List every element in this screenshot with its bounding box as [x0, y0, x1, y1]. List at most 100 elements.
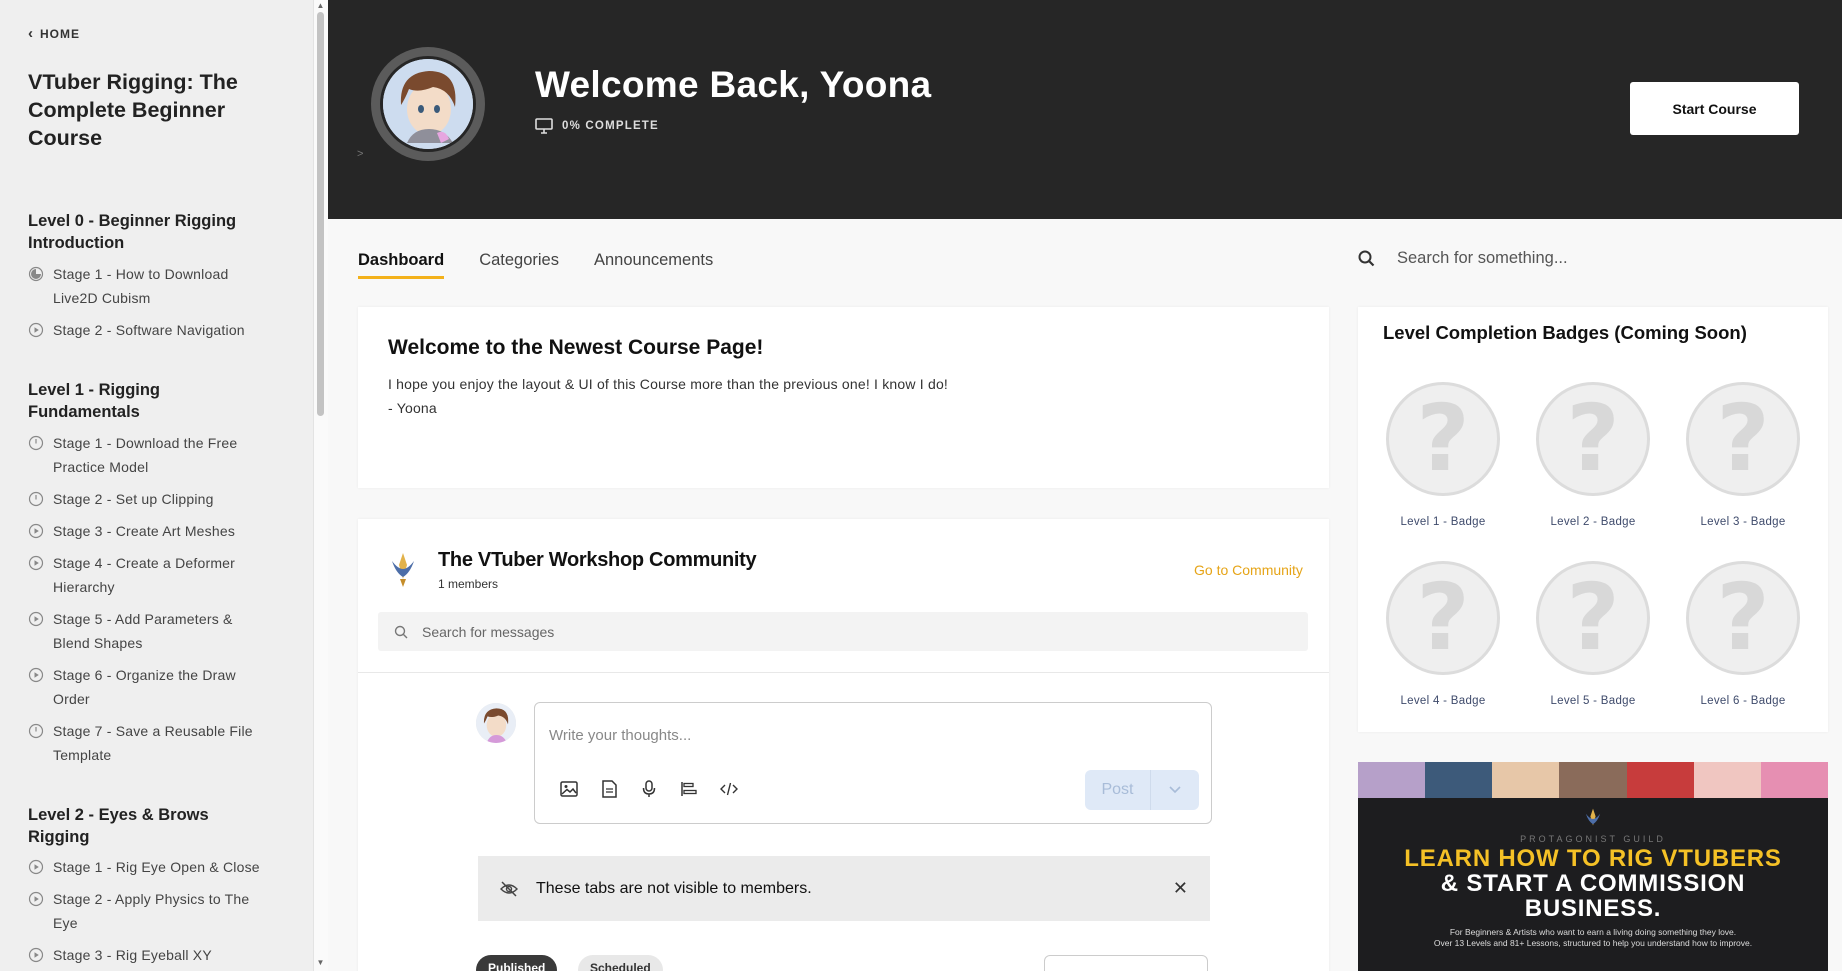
welcome-heading: Welcome Back, Yoona	[535, 64, 932, 105]
promo-character-strip	[1358, 762, 1828, 798]
play-circle-icon	[28, 555, 44, 571]
stage-item[interactable]: Stage 2 - Set up Clipping	[28, 487, 268, 511]
sort-dropdown[interactable]	[1044, 955, 1208, 971]
level-title[interactable]: Level 2 - Eyes & Brows Rigging	[28, 804, 268, 848]
question-mark-icon: ?	[1686, 561, 1800, 675]
stage-label: Stage 6 - Organize the Draw Order	[53, 667, 236, 707]
tab-categories[interactable]: Categories	[479, 251, 559, 279]
code-icon[interactable]	[719, 779, 739, 799]
promo-subtext: For Beginners & Artists who want to earn…	[1358, 927, 1828, 949]
home-label: HOME	[40, 27, 80, 41]
microphone-icon[interactable]	[639, 779, 659, 799]
stage-item[interactable]: Stage 4 - Create a Deformer Hierarchy	[28, 551, 268, 599]
stage-item[interactable]: Stage 2 - Apply Physics to The Eye	[28, 887, 268, 935]
badge-item: ? Level 3 - Badge	[1668, 382, 1818, 528]
stage-label: Stage 3 - Create Art Meshes	[53, 523, 236, 539]
course-header: > Welcome Back, Yoona 0% COMPLETE Start …	[328, 0, 1842, 219]
stage-label: Stage 2 - Apply Physics to The Eye	[53, 891, 250, 931]
community-member-count: 1 members	[438, 577, 499, 591]
sidebar-scroll-thumb[interactable]	[317, 12, 324, 416]
promo-banner[interactable]: PROTAGONIST GUILD LEARN HOW TO RIG VTUBE…	[1358, 762, 1828, 971]
play-circle-icon	[28, 859, 44, 875]
progress-label: 0% COMPLETE	[562, 120, 659, 132]
course-sidebar: ‹ HOME VTuber Rigging: The Complete Begi…	[0, 0, 313, 971]
stage-item[interactable]: Stage 1 - Rig Eye Open & Close	[28, 855, 268, 879]
play-circle-icon	[28, 611, 44, 627]
search-input[interactable]	[1397, 249, 1797, 268]
badges-title: Level Completion Badges (Coming Soon)	[1383, 322, 1747, 343]
message-search-placeholder: Search for messages	[422, 623, 555, 640]
scroll-down-arrow-icon[interactable]: ▼	[315, 958, 326, 968]
post-composer[interactable]: Write your thoughts... Post	[534, 702, 1212, 824]
stage-item[interactable]: Stage 3 - Create Art Meshes	[28, 519, 268, 543]
visibility-notice: These tabs are not visible to members. ✕	[478, 856, 1210, 921]
tab-dashboard[interactable]: Dashboard	[358, 251, 445, 279]
badge-label: Level 6 - Badge	[1700, 695, 1786, 707]
stage-label: Stage 4 - Create a Deformer Hierarchy	[53, 555, 236, 595]
tab-published[interactable]: Published	[476, 955, 558, 971]
guild-logo-icon	[1585, 808, 1601, 826]
poll-icon[interactable]	[679, 779, 699, 799]
home-link[interactable]: ‹ HOME	[28, 26, 285, 42]
stage-item[interactable]: Stage 7 - Save a Reusable File Template	[28, 719, 268, 767]
badge-label: Level 1 - Badge	[1400, 516, 1486, 528]
scroll-up-arrow-icon[interactable]: ▲	[315, 1, 326, 11]
chevron-down-icon[interactable]	[1151, 770, 1199, 810]
question-mark-icon: ?	[1386, 561, 1500, 675]
search-icon	[394, 625, 408, 638]
start-course-button[interactable]: Start Course	[1630, 82, 1799, 135]
progress-indicator: 0% COMPLETE	[535, 118, 659, 134]
composer-placeholder: Write your thoughts...	[549, 727, 692, 744]
stage-item[interactable]: Stage 5 - Add Parameters & Blend Shapes	[28, 607, 268, 655]
post-button[interactable]: Post	[1085, 770, 1151, 810]
stage-label: Stage 5 - Add Parameters & Blend Shapes	[53, 611, 233, 651]
badge-label: Level 4 - Badge	[1400, 695, 1486, 707]
promo-subtext-line: Over 13 Levels and 81+ Lessons, structur…	[1433, 938, 1753, 948]
badge-label: Level 5 - Badge	[1550, 695, 1636, 707]
image-icon[interactable]	[559, 779, 579, 799]
clock-icon	[28, 435, 44, 451]
stage-item[interactable]: Stage 1 - Download the Free Practice Mod…	[28, 431, 268, 479]
welcome-card: Welcome to the Newest Course Page! I hop…	[358, 307, 1329, 488]
level-title[interactable]: Level 0 - Beginner Rigging Introduction	[28, 210, 268, 254]
welcome-card-line: I hope you enjoy the layout & UI of this…	[388, 376, 949, 392]
post-button-group: Post	[1085, 770, 1199, 810]
avatar-illustration	[383, 59, 473, 149]
collapse-arrow-icon[interactable]: >	[357, 148, 363, 160]
composer-toolbar	[559, 779, 739, 799]
avatar-illustration	[476, 703, 516, 743]
visibility-notice-text: These tabs are not visible to members.	[536, 879, 812, 897]
eye-off-icon	[500, 880, 518, 897]
monitor-icon	[535, 118, 553, 134]
question-mark-icon: ?	[1686, 382, 1800, 496]
divider	[358, 672, 1329, 673]
avatar	[476, 703, 516, 743]
play-circle-icon	[28, 947, 44, 963]
tab-announcements[interactable]: Announcements	[594, 251, 713, 279]
promo-guild-name: PROTAGONIST GUILD	[1520, 834, 1666, 844]
badge-item: ? Level 1 - Badge	[1368, 382, 1518, 528]
community-logo-icon	[392, 553, 414, 587]
go-to-community-link[interactable]: Go to Community	[1194, 562, 1303, 578]
close-icon[interactable]: ✕	[1173, 878, 1188, 899]
clock-icon	[28, 723, 44, 739]
main-content: Dashboard Categories Announcements Welco…	[328, 219, 1842, 971]
stage-item[interactable]: Stage 3 - Rig Eyeball XY Movement	[28, 943, 268, 971]
level-title[interactable]: Level 1 - Rigging Fundamentals	[28, 379, 268, 423]
play-circle-icon	[28, 523, 44, 539]
in-progress-icon	[28, 266, 44, 282]
clock-icon	[28, 491, 44, 507]
tab-scheduled[interactable]: Scheduled	[578, 955, 663, 971]
stage-label: Stage 3 - Rig Eyeball XY Movement	[53, 947, 212, 963]
profile-avatar	[371, 47, 485, 161]
stage-item[interactable]: Stage 1 - How to Download Live2D Cubism	[28, 262, 268, 310]
stage-item[interactable]: Stage 6 - Organize the Draw Order	[28, 663, 268, 711]
stage-item[interactable]: Stage 2 - Software Navigation	[28, 318, 268, 342]
welcome-card-title: Welcome to the Newest Course Page!	[388, 336, 764, 359]
document-icon[interactable]	[599, 779, 619, 799]
promo-subtext-line: For Beginners & Artists who want to earn…	[1449, 927, 1737, 937]
message-search[interactable]: Search for messages	[378, 612, 1308, 651]
badge-item: ? Level 2 - Badge	[1518, 382, 1668, 528]
stage-label: Stage 2 - Set up Clipping	[53, 491, 214, 507]
course-search	[1358, 249, 1808, 268]
